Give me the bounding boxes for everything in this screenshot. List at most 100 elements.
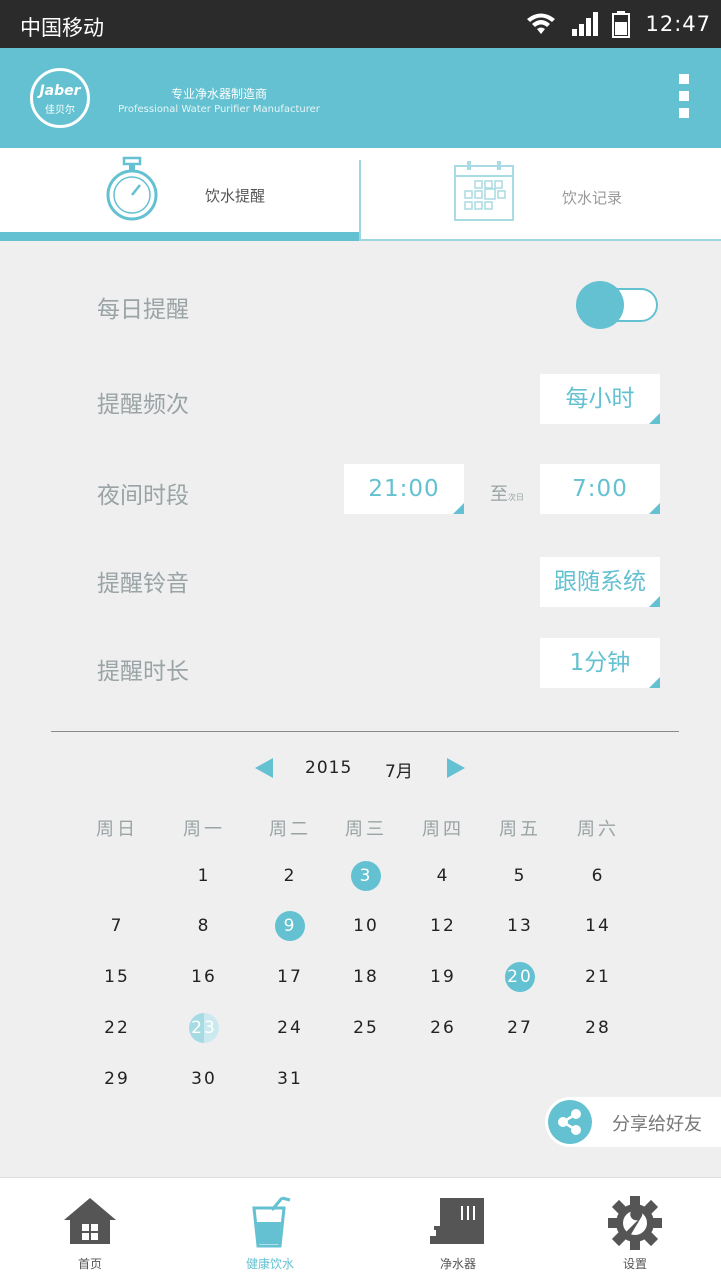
wifi-icon	[527, 13, 555, 34]
share-icon	[548, 1100, 592, 1144]
daily-reminder-toggle[interactable]	[576, 281, 658, 329]
calendar-day[interactable]: 15	[97, 962, 137, 992]
calendar-day[interactable]: 5	[500, 861, 540, 891]
water-glass-icon	[252, 1196, 291, 1248]
tab-label: 饮水提醒	[205, 187, 266, 205]
calendar-year: 2015	[305, 758, 353, 778]
weekday-label: 周二	[269, 819, 311, 840]
calendar-day[interactable]: 26	[423, 1013, 463, 1043]
tab-drink-reminder[interactable]: 饮水提醒	[0, 148, 360, 241]
nav-healthy-water[interactable]: 健康饮水	[180, 1178, 360, 1280]
dropdown-corner-icon	[453, 503, 464, 514]
ringtone-select[interactable]: 跟随系统	[540, 557, 660, 607]
status-icons	[527, 11, 630, 38]
duration-value: 1分钟	[569, 650, 631, 676]
tab-label: 饮水记录	[562, 189, 623, 207]
battery-icon	[612, 11, 630, 38]
daily-reminder-label: 每日提醒	[97, 297, 189, 323]
next-day-text: 次日	[508, 493, 524, 502]
weekday-label: 周日	[96, 819, 138, 840]
tab-bar: 饮水提醒 饮水记录	[0, 148, 721, 241]
nav-home[interactable]: 首页	[0, 1178, 180, 1280]
night-start-select[interactable]: 21:00	[344, 464, 464, 514]
share-label: 分享给好友	[612, 1114, 702, 1135]
share-button[interactable]: 分享给好友	[545, 1097, 721, 1147]
weekday-label: 周一	[183, 819, 225, 840]
calendar-day[interactable]: 13	[500, 911, 540, 941]
clock: 12:47	[645, 12, 711, 36]
prev-month-icon[interactable]	[255, 758, 273, 778]
dropdown-corner-icon	[649, 503, 660, 514]
stopwatch-icon	[106, 156, 158, 221]
ringtone-value: 跟随系统	[554, 569, 646, 595]
calendar-day[interactable]: 23	[184, 1013, 224, 1043]
tagline: 专业净水器制造商 Professional Water Purifier Man…	[114, 85, 324, 115]
logo-brand-cn: 佳贝尔	[45, 105, 75, 116]
tagline-en: Professional Water Purifier Manufacturer	[118, 104, 320, 115]
calendar-day[interactable]: 2	[270, 861, 310, 891]
calendar-day[interactable]: 7	[97, 911, 137, 941]
calendar-day[interactable]: 3	[346, 861, 386, 891]
app-screen: 中国移动 12:47 Jaber 佳贝尔 专业净水器制造商 Profession…	[0, 0, 721, 1280]
bottom-navigation: 首页 健康饮水 净水器 设置	[0, 1177, 721, 1280]
calendar-day[interactable]: 14	[578, 911, 618, 941]
calendar-day[interactable]: 22	[97, 1013, 137, 1043]
carrier-name: 中国移动	[20, 16, 104, 40]
ringtone-label: 提醒铃音	[97, 571, 189, 597]
weekday-label: 周三	[345, 819, 387, 840]
water-purifier-icon	[430, 1198, 484, 1244]
night-to-label: 至次日	[490, 480, 524, 506]
calendar-day[interactable]: 4	[423, 861, 463, 891]
calendar-day[interactable]: 27	[500, 1013, 540, 1043]
calendar-day[interactable]: 9	[270, 911, 310, 941]
dropdown-corner-icon	[649, 677, 660, 688]
calendar-day[interactable]: 19	[423, 962, 463, 992]
calendar-day[interactable]: 28	[578, 1013, 618, 1043]
next-month-icon[interactable]	[447, 758, 465, 778]
night-start-value: 21:00	[368, 476, 440, 502]
frequency-select[interactable]: 每小时	[540, 374, 660, 424]
frequency-label: 提醒频次	[97, 392, 189, 418]
logo-brand-en: Jaber	[39, 83, 81, 99]
nav-purifier[interactable]: 净水器	[368, 1178, 548, 1280]
night-end-value: 7:00	[572, 476, 628, 502]
calendar-day[interactable]: 16	[184, 962, 224, 992]
calendar-day[interactable]: 1	[184, 861, 224, 891]
duration-select[interactable]: 1分钟	[540, 638, 660, 688]
calendar-day[interactable]: 24	[270, 1013, 310, 1043]
calendar-day[interactable]: 31	[270, 1064, 310, 1094]
section-divider	[51, 731, 679, 732]
nav-settings[interactable]: 设置	[545, 1178, 721, 1280]
calendar-day[interactable]: 12	[423, 911, 463, 941]
calendar-day[interactable]: 6	[578, 861, 618, 891]
calendar-month: 7月	[385, 762, 413, 782]
duration-label: 提醒时长	[97, 659, 189, 685]
app-header: Jaber 佳贝尔 专业净水器制造商 Professional Water Pu…	[0, 48, 721, 148]
weekday-label: 周五	[499, 819, 541, 840]
calendar-day[interactable]: 20	[500, 962, 540, 992]
tagline-cn: 专业净水器制造商	[170, 87, 267, 101]
nav-label: 首页	[77, 1257, 102, 1271]
calendar-day[interactable]: 17	[270, 962, 310, 992]
calendar-day[interactable]: 25	[346, 1013, 386, 1043]
home-icon	[64, 1198, 116, 1244]
calendar-day[interactable]: 30	[184, 1064, 224, 1094]
status-bar: 中国移动 12:47	[0, 0, 721, 48]
calendar-day[interactable]: 21	[578, 962, 618, 992]
night-end-select[interactable]: 7:00	[540, 464, 660, 514]
to-text: 至	[490, 484, 508, 505]
brand-logo: Jaber 佳贝尔	[30, 68, 90, 128]
calendar-day[interactable]: 8	[184, 911, 224, 941]
calendar-day[interactable]: 10	[346, 911, 386, 941]
frequency-value: 每小时	[565, 386, 635, 412]
nav-label: 设置	[622, 1257, 647, 1271]
tab-drink-record[interactable]: 饮水记录	[361, 148, 721, 241]
weekday-label: 周四	[422, 819, 464, 840]
calendar-day[interactable]: 18	[346, 962, 386, 992]
dropdown-corner-icon	[649, 413, 660, 424]
gear-wrench-icon	[608, 1196, 662, 1250]
overflow-menu-icon[interactable]	[679, 74, 691, 120]
signal-icon	[572, 12, 598, 36]
calendar-icon	[454, 161, 514, 221]
calendar-day[interactable]: 29	[97, 1064, 137, 1094]
